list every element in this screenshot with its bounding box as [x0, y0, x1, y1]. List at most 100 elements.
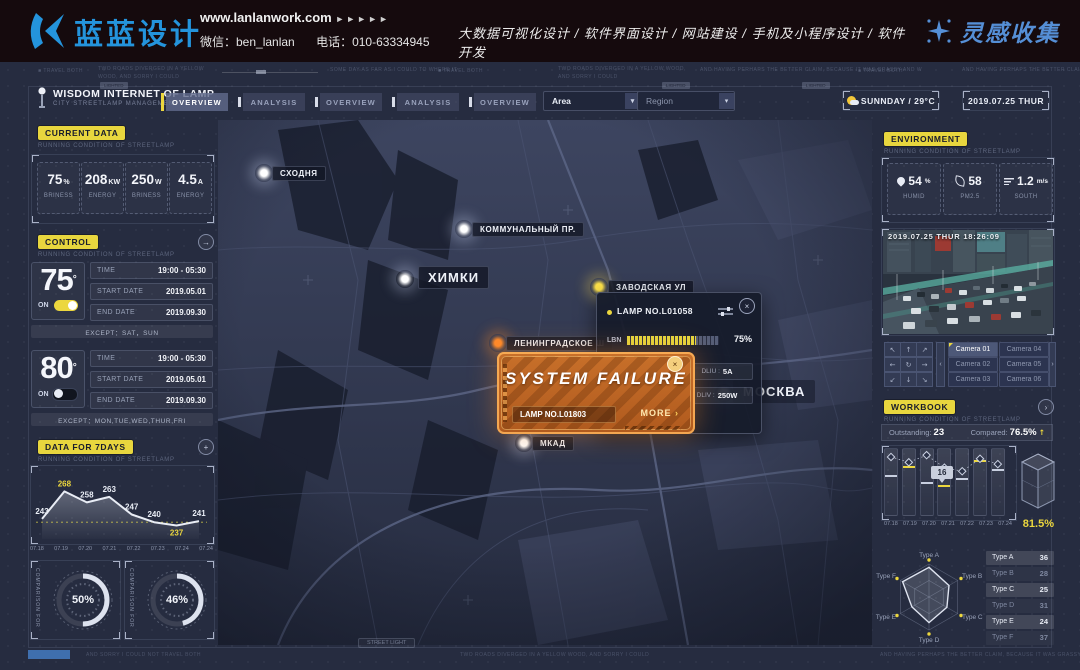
map-pin-orange[interactable] — [489, 334, 507, 352]
alert-title: SYSTEM FAILURE — [497, 369, 695, 389]
metric-card: 4.5A ENERGY — [169, 162, 212, 214]
brightness-bar[interactable] — [627, 336, 719, 345]
page-subtitle: CITY STREETLAMP MANAGEMENT — [53, 101, 179, 107]
pan-down-button[interactable]: ↓ — [900, 372, 917, 387]
leaf-icon — [955, 175, 967, 187]
start-date-field[interactable]: START DATE2019.05.01 — [90, 283, 213, 300]
url-text[interactable]: www.lanlanwork.com — [200, 10, 332, 25]
pan-right-button[interactable]: → — [916, 357, 933, 372]
tab-analysis-1[interactable]: ANALYSIS — [243, 93, 305, 111]
sliders-icon[interactable] — [718, 306, 733, 317]
except-bar: EXCEPT：SAT，SUN — [31, 325, 213, 338]
banner-url[interactable]: www.lanlanwork.com ►►►►► — [200, 10, 390, 25]
pin-label[interactable]: МКАД — [532, 436, 574, 451]
workbook-total: 81.5% — [1004, 518, 1054, 530]
pin-label[interactable]: СХОДНЯ — [272, 166, 326, 181]
toggle-on[interactable] — [54, 300, 78, 311]
panel-plus-button[interactable]: + — [198, 439, 214, 455]
area-select-value: Area — [552, 96, 571, 106]
brightness-control: 75° ON — [31, 262, 85, 320]
reset-view-button[interactable]: ↻ — [900, 357, 917, 372]
decor-tag: LIGHTED — [662, 82, 690, 89]
humidity-card: 54% HUMID — [887, 163, 941, 215]
svg-text:Type F: Type F — [876, 573, 896, 580]
type-row: Type F37 — [986, 631, 1054, 645]
map-pin[interactable] — [455, 220, 473, 238]
end-date-field[interactable]: END DATE2019.09.30 — [90, 392, 213, 409]
panel-arrow-button[interactable]: → — [198, 234, 214, 250]
decor-text: ■ TRAVEL BOTH — [858, 68, 903, 74]
camera-06-button[interactable]: Camera 06 — [999, 372, 1049, 387]
banner-contact: 微信：ben_lanlan 电话：010-63334945 — [200, 33, 448, 50]
sparkle-icon — [926, 18, 952, 44]
workbook-trend-line — [884, 448, 1012, 516]
map-pin[interactable] — [255, 164, 273, 182]
time-field[interactable]: TIME19:00 - 05:30 — [90, 262, 213, 279]
date-widget: 2019.07.25 THUR — [962, 90, 1050, 111]
decor-text: ■ TRAVEL BOTH — [438, 68, 483, 74]
toggle-off[interactable] — [52, 388, 78, 401]
pan-up-button[interactable]: ↑ — [900, 342, 917, 357]
decor-text: AND HAVING PERHAPS THE BETTER CLAIM, BEC… — [880, 652, 1080, 658]
decor-text: TWO ROADS DIVERGED IN A YELLOW WOOD, AND… — [98, 66, 210, 81]
droplet-icon — [896, 175, 907, 186]
camera-next-button[interactable]: › — [1049, 342, 1056, 387]
camera-04-button[interactable]: Camera 04 — [999, 342, 1049, 357]
tab-overview-2[interactable]: OVERVIEW — [320, 93, 382, 111]
area-select[interactable]: Area ▾ — [543, 91, 641, 111]
workbook-subtitle: RUNNING CONDITION OF STREETLAMP — [884, 417, 1021, 423]
camera-prev-button[interactable]: ‹ — [936, 342, 945, 387]
time-field[interactable]: TIME19:00 - 05:30 — [90, 350, 213, 367]
pin-label[interactable]: ХИМКИ — [418, 266, 489, 289]
map-pin[interactable] — [515, 434, 533, 452]
region-select[interactable]: Region ▾ — [637, 91, 735, 111]
brightness-value: 75% — [734, 334, 752, 344]
svg-text:Type A: Type A — [919, 552, 940, 559]
camera-05-button[interactable]: Camera 05 — [999, 357, 1049, 372]
pin-label[interactable]: КОММУНАЛЬНЫЙ ПР. — [472, 222, 584, 237]
start-date-field[interactable]: START DATE2019.05.01 — [90, 371, 213, 388]
control-subtitle: RUNNING CONDITION OF STREETLAMP — [38, 252, 175, 258]
brightness-bar-fill — [627, 336, 696, 345]
chevron-down-icon: ▾ — [719, 93, 734, 109]
more-button[interactable]: MORE › — [640, 408, 679, 418]
week-x-axis: 07.1807.1907.2007.2107.2207.2307.2407.24 — [30, 546, 213, 552]
camera-01-button[interactable]: Camera 01 — [948, 342, 998, 357]
pan-down-right-button[interactable]: ↘ — [916, 372, 933, 387]
decor-text: ■ TRAVEL BOTH — [38, 68, 83, 74]
camera-view[interactable] — [881, 228, 1055, 336]
workbook-stats: Outstanding:23 Compared:76.5% ↑ — [881, 424, 1053, 441]
lanlan-logo-icon — [22, 9, 68, 53]
tab-overview-1[interactable]: OVERVIEW — [166, 93, 228, 111]
pan-down-left-button[interactable]: ↙ — [884, 372, 901, 387]
chart-tooltip: 16 — [931, 466, 953, 479]
camera-03-button[interactable]: Camera 03 — [948, 372, 998, 387]
svg-text:258: 258 — [80, 490, 94, 499]
pan-left-button[interactable]: ← — [884, 357, 901, 372]
tab-overview-3[interactable]: OVERVIEW — [474, 93, 536, 111]
street-light-tag: STREET LIGHT — [358, 638, 415, 648]
close-icon[interactable]: × — [667, 356, 683, 372]
pan-up-right-button[interactable]: ↗ — [916, 342, 933, 357]
streetlamp-icon — [36, 87, 48, 109]
panel-arrow-button[interactable]: › — [1038, 399, 1054, 415]
region-select-value: Region — [646, 96, 673, 106]
close-icon[interactable]: × — [739, 298, 755, 314]
dashboard: ■ TRAVEL BOTH TWO ROADS DIVERGED IN A YE… — [0, 62, 1080, 670]
svg-text:237: 237 — [170, 529, 184, 538]
tab-analysis-2[interactable]: ANALYSIS — [397, 93, 459, 111]
decor-text: TWO ROADS DIVERGED IN A YELLOW WOOD, AND… — [558, 66, 688, 81]
lamp-id: LAMP NO.L01058 — [617, 306, 693, 316]
wechat-text: 微信：ben_lanlan — [200, 35, 295, 49]
map-pin[interactable] — [396, 270, 414, 288]
control-tag: CONTROL — [38, 235, 98, 249]
camera-02-button[interactable]: Camera 02 — [948, 357, 998, 372]
type-row: Type E24 — [986, 615, 1054, 629]
pan-up-left-button[interactable]: ↖ — [884, 342, 901, 357]
except-bar: EXCEPT：MON,TUE,WED,THUR,FRI — [31, 413, 213, 426]
system-failure-alert: × SYSTEM FAILURE LAMP NO.L01803 MORE › — [497, 352, 695, 434]
svg-text:263: 263 — [103, 485, 117, 494]
end-date-field[interactable]: END DATE2019.09.30 — [90, 304, 213, 321]
type-row: Type B28 — [986, 567, 1054, 581]
metric-card: 75% BRINESS — [37, 162, 80, 214]
